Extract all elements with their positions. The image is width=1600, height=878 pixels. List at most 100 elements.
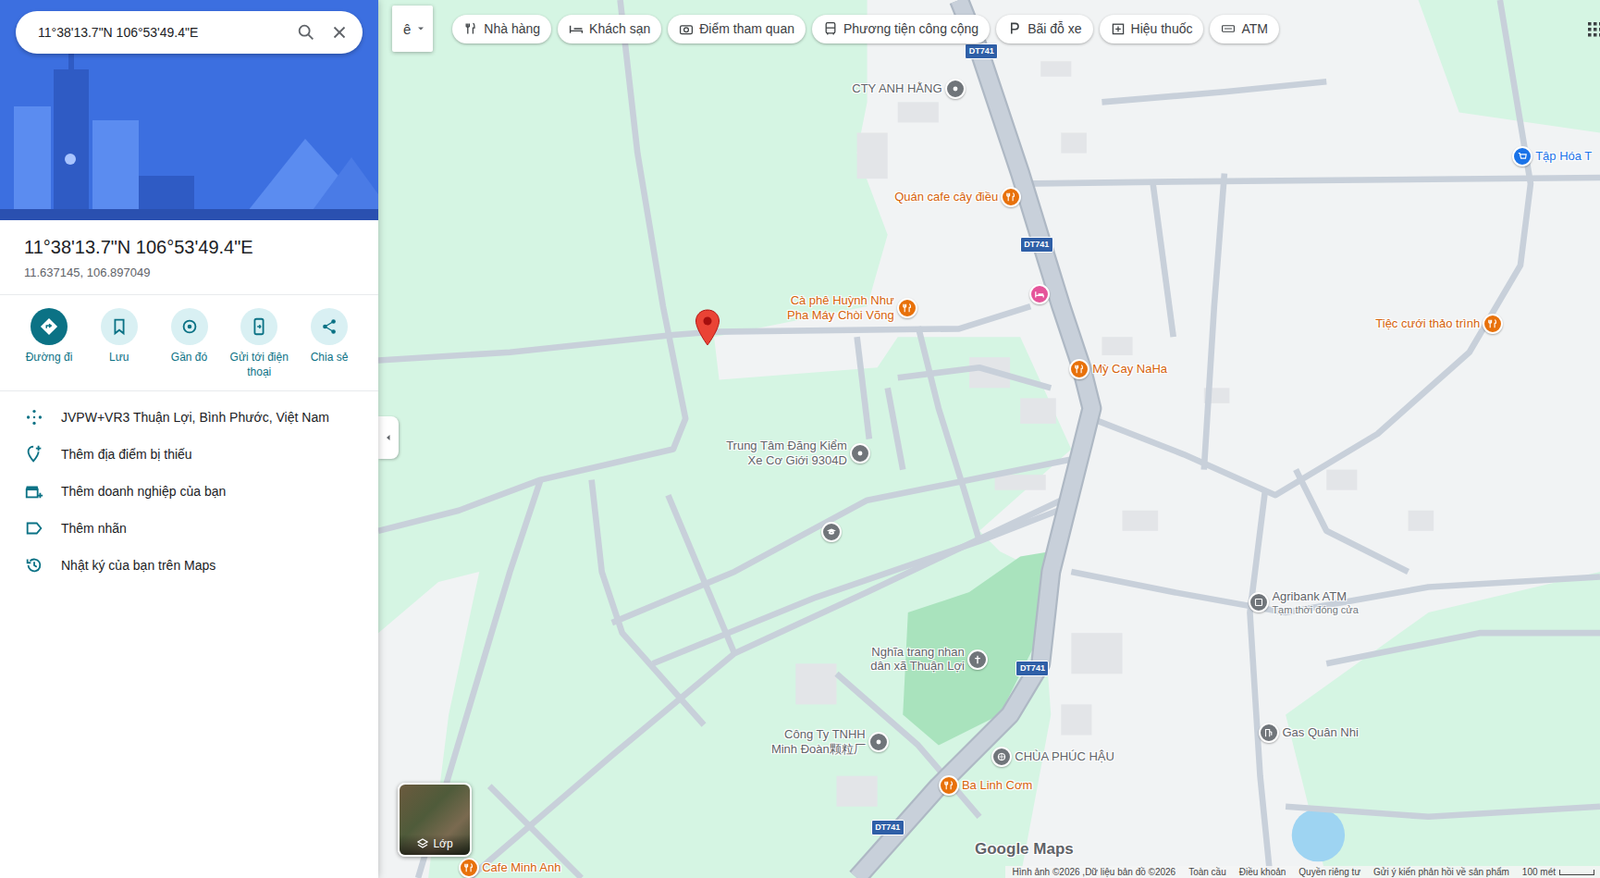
action-button[interactable]: Lưu [86,307,152,380]
poi-label[interactable]: CHÙA PHÚC HẬU [1014,749,1115,764]
nearby-icon [179,316,200,337]
label-icon [24,517,45,539]
building [1060,132,1087,153]
footer-link[interactable]: Toàn cầu [1188,866,1227,877]
poi-label[interactable]: Trung Tâm Đăng KiểmXe Cơ Giới 9304D [726,438,848,468]
category-chip[interactable]: ATM [1209,14,1280,44]
poi-label[interactable]: Cafe Minh Anh [481,860,561,875]
search-box[interactable]: 11°38'13.7"N 106°53'49.4"E [15,11,363,54]
layers-label: Lớp [432,836,453,850]
detail-row[interactable]: JVPW+VR3 Thuận Lợi, Bình Phước, Việt Nam [0,398,379,436]
poi-label[interactable]: Tiệc cưới thảo trình [1375,316,1480,332]
poi-label[interactable]: Quán cafe cây điều [894,189,998,205]
worship-icon [995,750,1009,764]
layers-caption: Lớp [399,834,470,855]
poi-label[interactable]: Agribank ATMTạm thời đóng cửa [1271,589,1358,616]
category-chip[interactable]: Bãi đỗ xe [996,14,1093,44]
poi-label[interactable]: Ba Linh Cơm [961,777,1033,793]
action-circle[interactable] [100,307,138,345]
poi-label[interactable]: CTY ANH HẰNG [851,81,942,97]
building [1101,336,1133,356]
chip-label: Nhà hàng [483,21,541,37]
category-chip[interactable]: Hiệu thuốc [1099,14,1205,44]
built-area [713,0,1600,878]
side-panel: 11°38'13.7"N 106°53'49.4"E 11°38'13.7"N 1… [0,0,379,878]
place-title: 11°38'13.7"N 106°53'49.4"E [24,236,355,259]
action-button[interactable]: Gửi tới điện thoại [226,307,292,380]
minor-road [378,0,686,531]
poi-label[interactable]: Công Ty TNHHMinh Đoàn颗粒厂 [771,727,866,757]
location-pin-icon[interactable] [694,308,721,346]
poi-marker[interactable] [868,731,889,752]
detail-row[interactable]: Thêm doanh nghiệp của bạn [0,472,379,510]
poi-marker[interactable] [1512,146,1533,167]
detail-row[interactable]: Thêm địa điểm bị thiếu [0,435,379,473]
apps-grid-icon[interactable] [1587,21,1600,38]
poi-label[interactable]: Gas Quân Nhi [1281,726,1358,741]
poi-marker[interactable] [821,521,842,542]
category-chip[interactable]: Điểm tham quan [667,14,806,44]
footer-link: Hình ảnh ©2026 ,Dữ liệu bản đồ ©2026 [1012,866,1177,877]
poi-marker[interactable] [849,443,871,464]
action-button[interactable]: Chia sẻ [296,307,362,380]
food-icon [1072,362,1086,376]
footer-link[interactable]: Gửi ý kiến phản hồi về sản phẩm [1373,866,1510,877]
poi-label[interactable]: Nghĩa trang nhandân xã Thuận Lợi [870,644,965,674]
minor-road [378,306,1031,360]
detail-label: Nhật ký của bạn trên Maps [61,557,216,573]
poi-marker[interactable] [1482,313,1503,334]
search-icon[interactable] [295,22,317,43]
poi-label[interactable]: Cà phê Huỳnh NhưPha Máy Chòi Võng [787,294,895,323]
minor-road [1153,184,1174,338]
poi-marker[interactable] [458,857,480,878]
poi-label[interactable]: Mỳ Cay NaHa [1092,362,1168,378]
action-circle[interactable] [310,307,348,345]
action-circle[interactable] [171,307,209,345]
layers-button[interactable]: Lớp [397,782,472,857]
poi-label[interactable]: Tập Hóa T [1535,148,1592,164]
addplace-icon [24,443,45,465]
building [1326,469,1357,491]
action-button[interactable]: Gần đó [157,307,222,380]
poi-marker[interactable] [938,775,960,796]
category-chip[interactable]: Khách sạn [557,14,662,44]
map-type-button[interactable]: ê [392,5,433,52]
scale-bar[interactable]: 100 mét [1522,866,1595,877]
map-canvas[interactable]: DT741DT741DT741DT741CTY ANH HẰNGQuán caf… [378,0,1600,878]
poi-marker[interactable] [897,297,918,319]
poi-marker[interactable] [945,78,966,99]
poi-marker[interactable] [967,649,988,670]
scale-line [1559,869,1595,875]
minor-road [1326,632,1600,664]
category-chip[interactable]: Nhà hàng [452,14,552,44]
detail-row[interactable]: Thêm nhãn [0,509,379,547]
google-maps-logo: Google Maps [974,839,1074,859]
place-coordinates: 11.637145, 106.897049 [24,265,355,280]
close-icon[interactable] [329,22,350,43]
layers-icon [416,836,430,850]
detail-label: Thêm doanh nghiệp của bạn [61,483,226,499]
gas-icon [1262,726,1276,739]
business-icon [24,480,45,502]
action-button[interactable]: Đường đi [16,307,82,380]
search-input[interactable]: 11°38'13.7"N 106°53'49.4"E [37,24,284,40]
poi-marker[interactable] [1029,283,1050,305]
minor-road [612,459,1072,624]
footer-link[interactable]: Điều khoản [1239,866,1287,877]
building [1060,703,1092,735]
food-icon [1004,190,1018,204]
category-chip[interactable]: Phương tiện công cộng [812,14,990,44]
collapse-panel-button[interactable] [378,416,399,459]
detail-row[interactable]: Nhật ký của bạn trên Maps [0,546,379,584]
minor-road [857,336,870,439]
poi-label-line: Công Ty TNHH [771,727,866,743]
action-circle[interactable] [30,307,68,345]
footer-link[interactable]: Quyền riêng tư [1298,866,1361,877]
chip-label: Phương tiện công cộng [843,21,979,37]
action-circle[interactable] [240,307,278,345]
action-label: Gần đó [171,350,208,366]
poi-marker[interactable] [991,746,1012,767]
minor-road [667,494,735,653]
chip-label: ATM [1241,21,1268,37]
poi-label-line: Trung Tâm Đăng Kiểm [726,438,848,454]
